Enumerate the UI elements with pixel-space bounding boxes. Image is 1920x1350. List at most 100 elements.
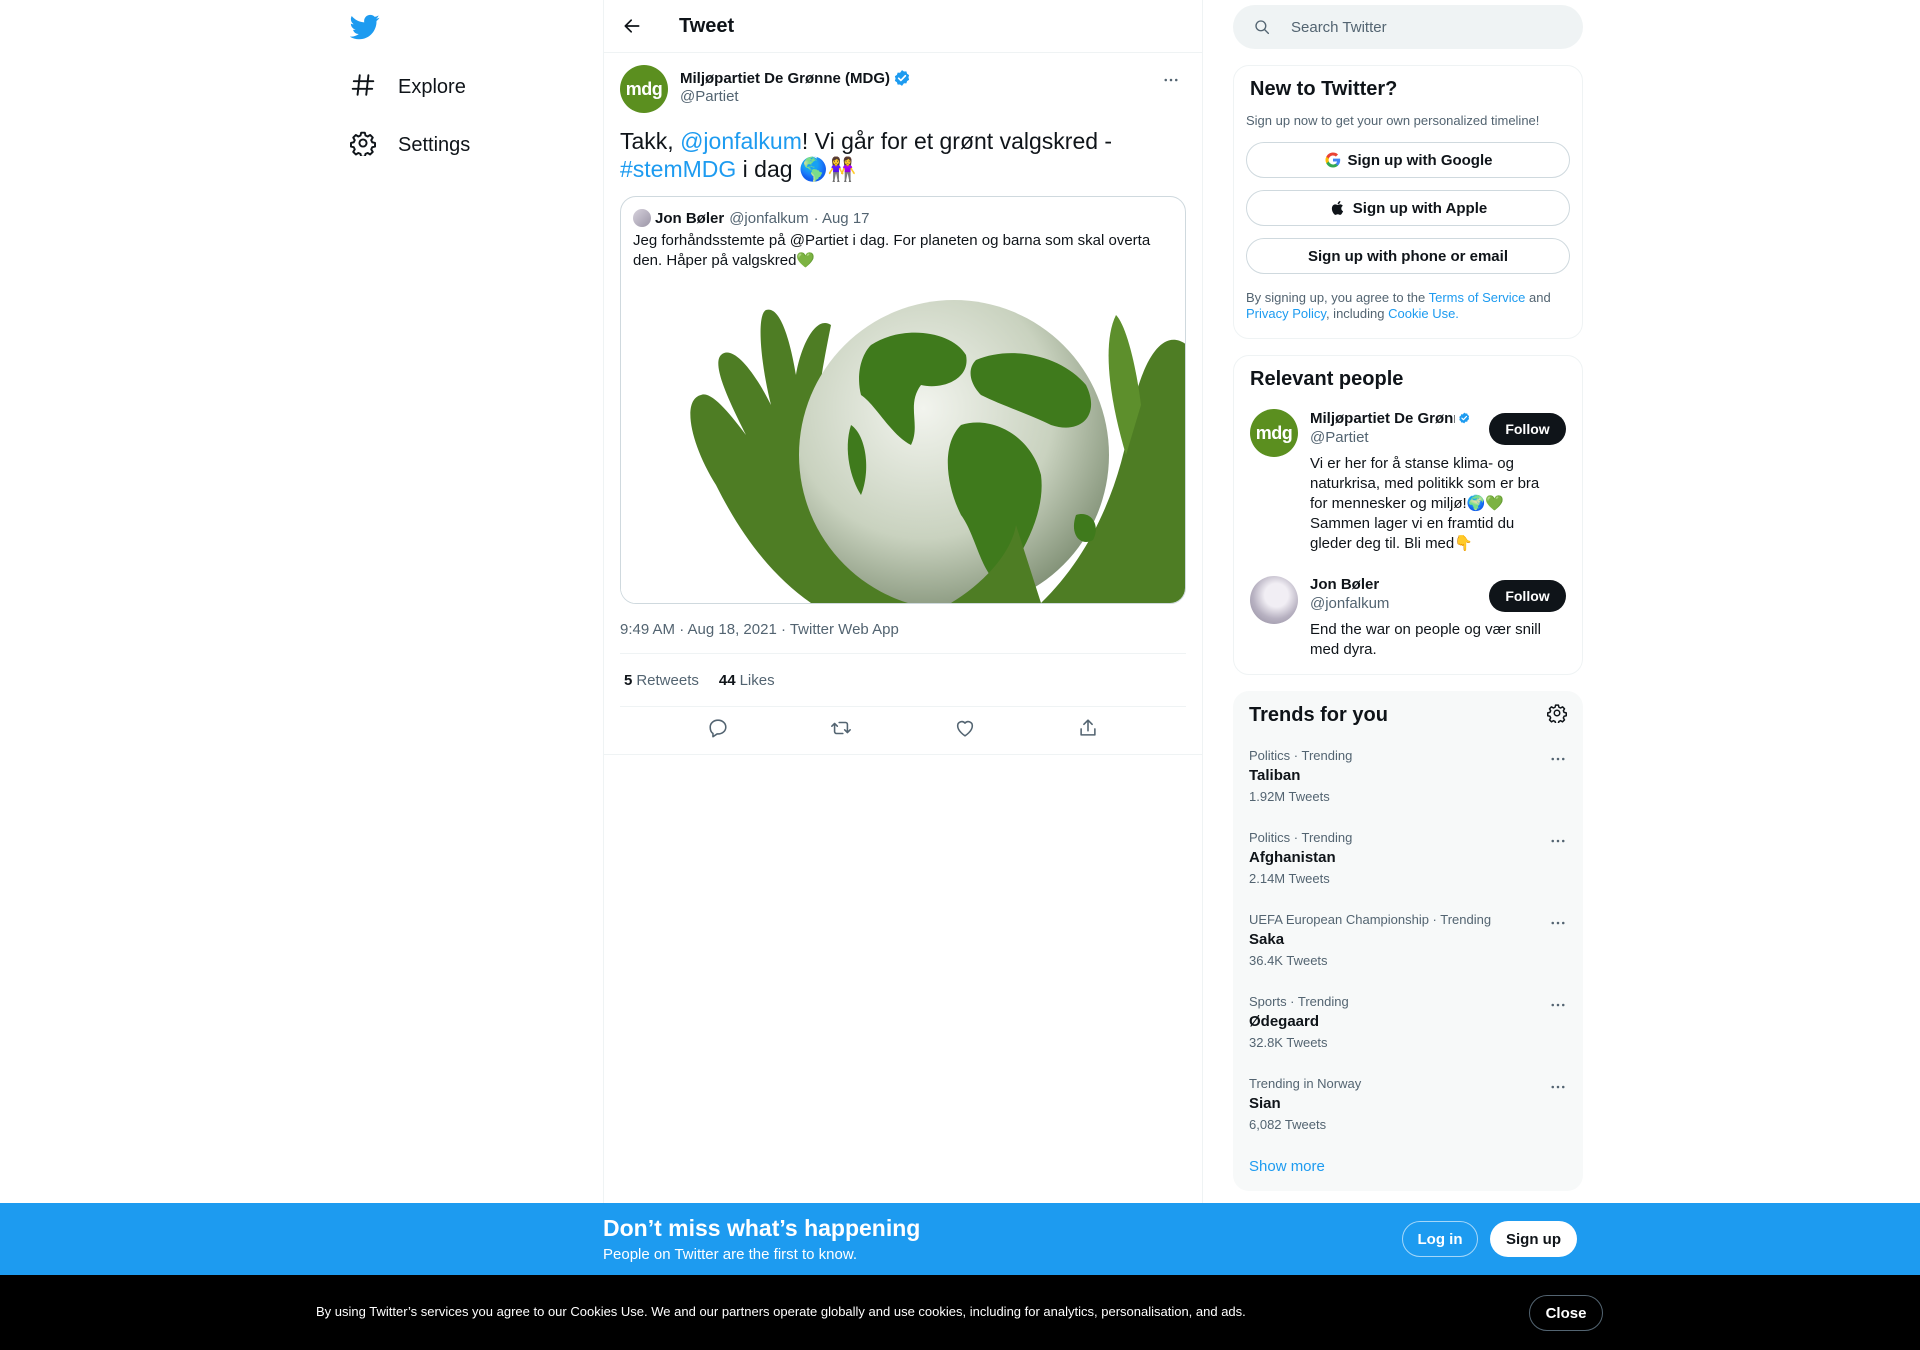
trend-name: Afghanistan — [1249, 849, 1336, 866]
reply-button[interactable] — [707, 717, 729, 744]
trend-item[interactable]: Trending in Norway Sian 6,082 Tweets — [1233, 1064, 1583, 1146]
cookie-banner-text: By using Twitter’s services you agree to… — [316, 1304, 1246, 1319]
avatar[interactable] — [1250, 576, 1298, 624]
signup-banner: Don’t miss what’s happening People on Tw… — [0, 1203, 1920, 1275]
author-handle[interactable]: @Partiet — [680, 88, 911, 105]
nav-explore[interactable]: Explore — [350, 67, 466, 107]
retweet-button[interactable] — [830, 717, 852, 744]
follow-button[interactable]: Follow — [1489, 580, 1566, 612]
avatar[interactable]: mdg — [1250, 409, 1298, 457]
likes-stat[interactable]: 44 Likes — [719, 672, 775, 689]
trend-name: Sian — [1249, 1095, 1281, 1112]
trend-tweet-count: 1.92M Tweets — [1249, 789, 1330, 804]
trend-tweet-count: 32.8K Tweets — [1249, 1035, 1328, 1050]
terms-of-service-link[interactable]: Terms of Service — [1429, 290, 1526, 305]
more-dots-icon — [1551, 757, 1565, 761]
trend-more-button[interactable] — [1549, 750, 1567, 773]
tweet-text-part: Takk, — [620, 128, 681, 154]
signup-button[interactable]: Sign up — [1490, 1221, 1577, 1257]
trend-name: Taliban — [1249, 767, 1301, 784]
more-dots-icon — [1551, 921, 1565, 925]
share-button[interactable] — [1077, 717, 1099, 744]
trend-item[interactable]: Sports · Trending Ødegaard 32.8K Tweets — [1233, 982, 1583, 1064]
more-options-button[interactable] — [1156, 69, 1186, 91]
person-item[interactable]: mdg Miljøpartiet De Grønne (MDG) @Partie… — [1234, 391, 1582, 566]
more-dots-icon — [1551, 1003, 1565, 1007]
follow-button[interactable]: Follow — [1489, 413, 1566, 445]
login-button[interactable]: Log in — [1402, 1221, 1478, 1257]
heart-icon — [956, 720, 973, 737]
reply-icon — [709, 719, 727, 738]
trend-context: Politics · Trending — [1249, 830, 1353, 845]
search-placeholder: Search Twitter — [1291, 18, 1387, 36]
trend-more-button[interactable] — [1549, 1078, 1567, 1101]
new-to-twitter-title: New to Twitter? — [1250, 78, 1398, 100]
hashtag-icon — [350, 72, 376, 103]
signup-apple-button[interactable]: Sign up with Apple — [1246, 190, 1570, 226]
signup-legal-text: By signing up, you agree to the Terms of… — [1234, 278, 1582, 338]
signup-phone-email-button[interactable]: Sign up with phone or email — [1246, 238, 1570, 274]
twitter-logo-icon[interactable] — [349, 12, 380, 42]
retweets-label: Retweets — [636, 671, 699, 689]
like-button[interactable] — [954, 717, 976, 744]
close-button[interactable]: Close — [1529, 1295, 1603, 1331]
nav-explore-label: Explore — [398, 75, 466, 98]
search-input[interactable]: Search Twitter — [1233, 5, 1583, 49]
more-dots-icon — [1551, 1085, 1565, 1089]
cookie-use-link[interactable]: Cookie Use. — [1388, 306, 1459, 321]
quoted-tweet[interactable]: Jon Bøler @jonfalkum · Aug 17 Jeg forhån… — [620, 196, 1186, 604]
retweet-icon — [831, 721, 852, 735]
google-icon — [1325, 152, 1340, 168]
tweet: mdg Miljøpartiet De Grønne (MDG) @Partie… — [604, 53, 1202, 755]
quote-date: · Aug 17 — [813, 209, 870, 227]
trend-item[interactable]: UEFA European Championship · Trending Sak… — [1233, 900, 1583, 982]
share-icon — [1080, 719, 1096, 736]
quote-author-handle: @jonfalkum — [729, 209, 809, 227]
new-to-twitter-card: New to Twitter? Sign up now to get your … — [1233, 65, 1583, 339]
person-bio: Vi er her for å stanse klima- og naturkr… — [1310, 455, 1540, 552]
more-dots-icon — [1551, 839, 1565, 843]
relevant-people-title: Relevant people — [1250, 368, 1404, 390]
new-to-twitter-subtitle: Sign up now to get your own personalized… — [1246, 113, 1540, 128]
right-sidebar: Search Twitter New to Twitter? Sign up n… — [1233, 0, 1583, 1191]
author-name: Miljøpartiet De Grønne (MDG) — [680, 69, 890, 87]
trend-item[interactable]: Politics · Trending Afghanistan 2.14M Twee… — [1233, 818, 1583, 900]
globe-in-hands-image[interactable] — [621, 285, 1186, 603]
trend-more-button[interactable] — [1549, 996, 1567, 1019]
hashtag-link[interactable]: #stemMDG — [620, 156, 736, 182]
avatar[interactable]: mdg — [620, 65, 668, 113]
trends-title: Trends for you — [1249, 704, 1388, 726]
trend-context: UEFA European Championship · Trending — [1249, 912, 1492, 927]
search-icon — [1255, 20, 1270, 35]
signup-google-button[interactable]: Sign up with Google — [1246, 142, 1570, 178]
arrow-left-icon — [624, 19, 640, 33]
cookie-banner: By using Twitter’s services you agree to… — [0, 1275, 1920, 1350]
trend-more-button[interactable] — [1549, 914, 1567, 937]
avatar — [633, 209, 651, 227]
likes-count: 44 — [718, 671, 736, 689]
show-more-link[interactable]: Show more — [1233, 1146, 1583, 1191]
quote-text: Jeg forhåndsstemte på @Partiet i dag. Fo… — [633, 232, 1151, 269]
trend-more-button[interactable] — [1549, 832, 1567, 855]
back-button[interactable] — [612, 6, 652, 46]
tweet-actions — [604, 707, 1202, 755]
person-item[interactable]: Jon Bøler @jonfalkum End the war on peop… — [1234, 566, 1582, 674]
trend-item[interactable]: Politics · Trending Taliban 1.92M Tweets — [1233, 736, 1583, 818]
trends-card: Trends for you Politics · Trending Taliba… — [1233, 691, 1583, 1191]
retweets-stat[interactable]: 5 Retweets — [624, 672, 699, 689]
nav-settings[interactable]: Settings — [350, 125, 470, 165]
trends-settings-button[interactable] — [1547, 703, 1567, 728]
person-name-row: Miljøpartiet De Grønne (MDG) — [1310, 409, 1470, 427]
verified-badge-icon — [894, 70, 910, 86]
main-column: Tweet mdg Miljøpartiet De Grønne (MDG) @… — [603, 0, 1203, 1350]
privacy-policy-link[interactable]: Privacy Policy — [1246, 306, 1326, 321]
signup-banner-title: Don’t miss what’s happening — [603, 1215, 921, 1241]
tweet-timestamp[interactable]: 9:49 AM · Aug 18, 2021 · Twitter Web App — [620, 621, 1186, 654]
trend-context: Sports · Trending — [1249, 994, 1349, 1009]
author-name-row[interactable]: Miljøpartiet De Grønne (MDG) — [680, 69, 911, 87]
person-name: Miljøpartiet De Grønne (MDG) — [1310, 409, 1455, 427]
likes-label: Likes — [739, 671, 775, 689]
trend-name: Ødegaard — [1249, 1013, 1320, 1030]
trend-context: Politics · Trending — [1249, 748, 1353, 763]
mention-link[interactable]: @jonfalkum — [680, 128, 802, 154]
